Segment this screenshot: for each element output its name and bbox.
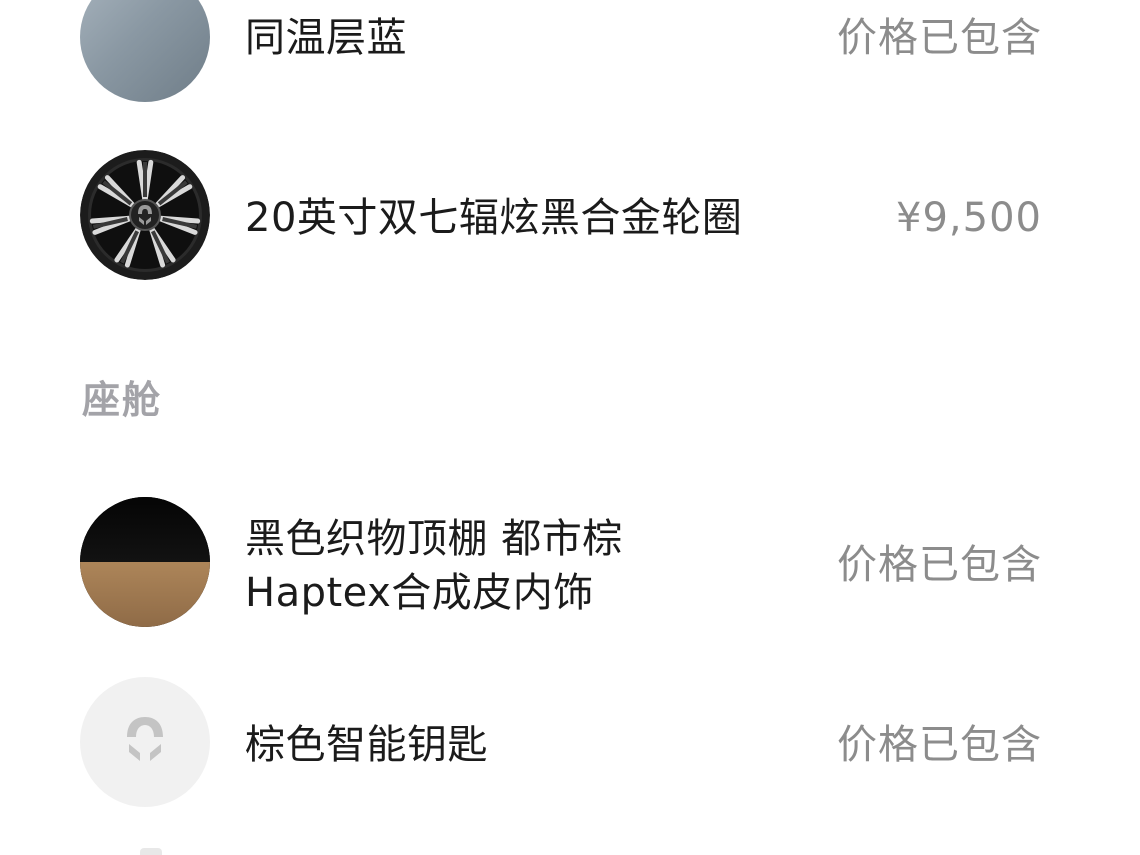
option-price: ¥9,500 bbox=[896, 195, 1042, 241]
option-price: 价格已包含 bbox=[837, 15, 1042, 61]
section-title-cabin: 座舱 bbox=[82, 378, 163, 422]
interior-swatch bbox=[80, 497, 210, 627]
option-name: 棕色智能钥匙 bbox=[245, 722, 488, 768]
upholstery-color bbox=[80, 562, 210, 627]
option-row-key: 棕色智能钥匙 价格已包含 bbox=[0, 677, 1140, 807]
option-row-wheels: 20英寸双七辐炫黑合金轮圈 ¥9,500 bbox=[0, 150, 1140, 280]
next-item-peek bbox=[140, 848, 162, 855]
smart-key-thumb bbox=[80, 677, 210, 807]
option-name-line1: 黑色织物顶棚 都市棕 bbox=[245, 516, 623, 562]
nio-logo-icon bbox=[127, 717, 163, 761]
option-name-line2: Haptex合成皮内饰 bbox=[245, 570, 594, 616]
headliner-color bbox=[80, 497, 210, 562]
option-row-interior: 黑色织物顶棚 都市棕 Haptex合成皮内饰 价格已包含 bbox=[0, 497, 1140, 627]
paint-color-swatch bbox=[80, 0, 210, 102]
wheel-rim-icon bbox=[80, 150, 210, 280]
option-price: 价格已包含 bbox=[837, 722, 1042, 768]
option-price: 价格已包含 bbox=[837, 542, 1042, 588]
option-name: 同温层蓝 bbox=[245, 15, 407, 61]
order-config-summary: 同温层蓝 价格已包含 20英寸双七辐炫黑合金轮圈 ¥9,500 座舱 黑色织物顶… bbox=[0, 0, 1140, 855]
option-name: 20英寸双七辐炫黑合金轮圈 bbox=[245, 195, 743, 241]
option-row-paint: 同温层蓝 价格已包含 bbox=[0, 0, 1140, 102]
